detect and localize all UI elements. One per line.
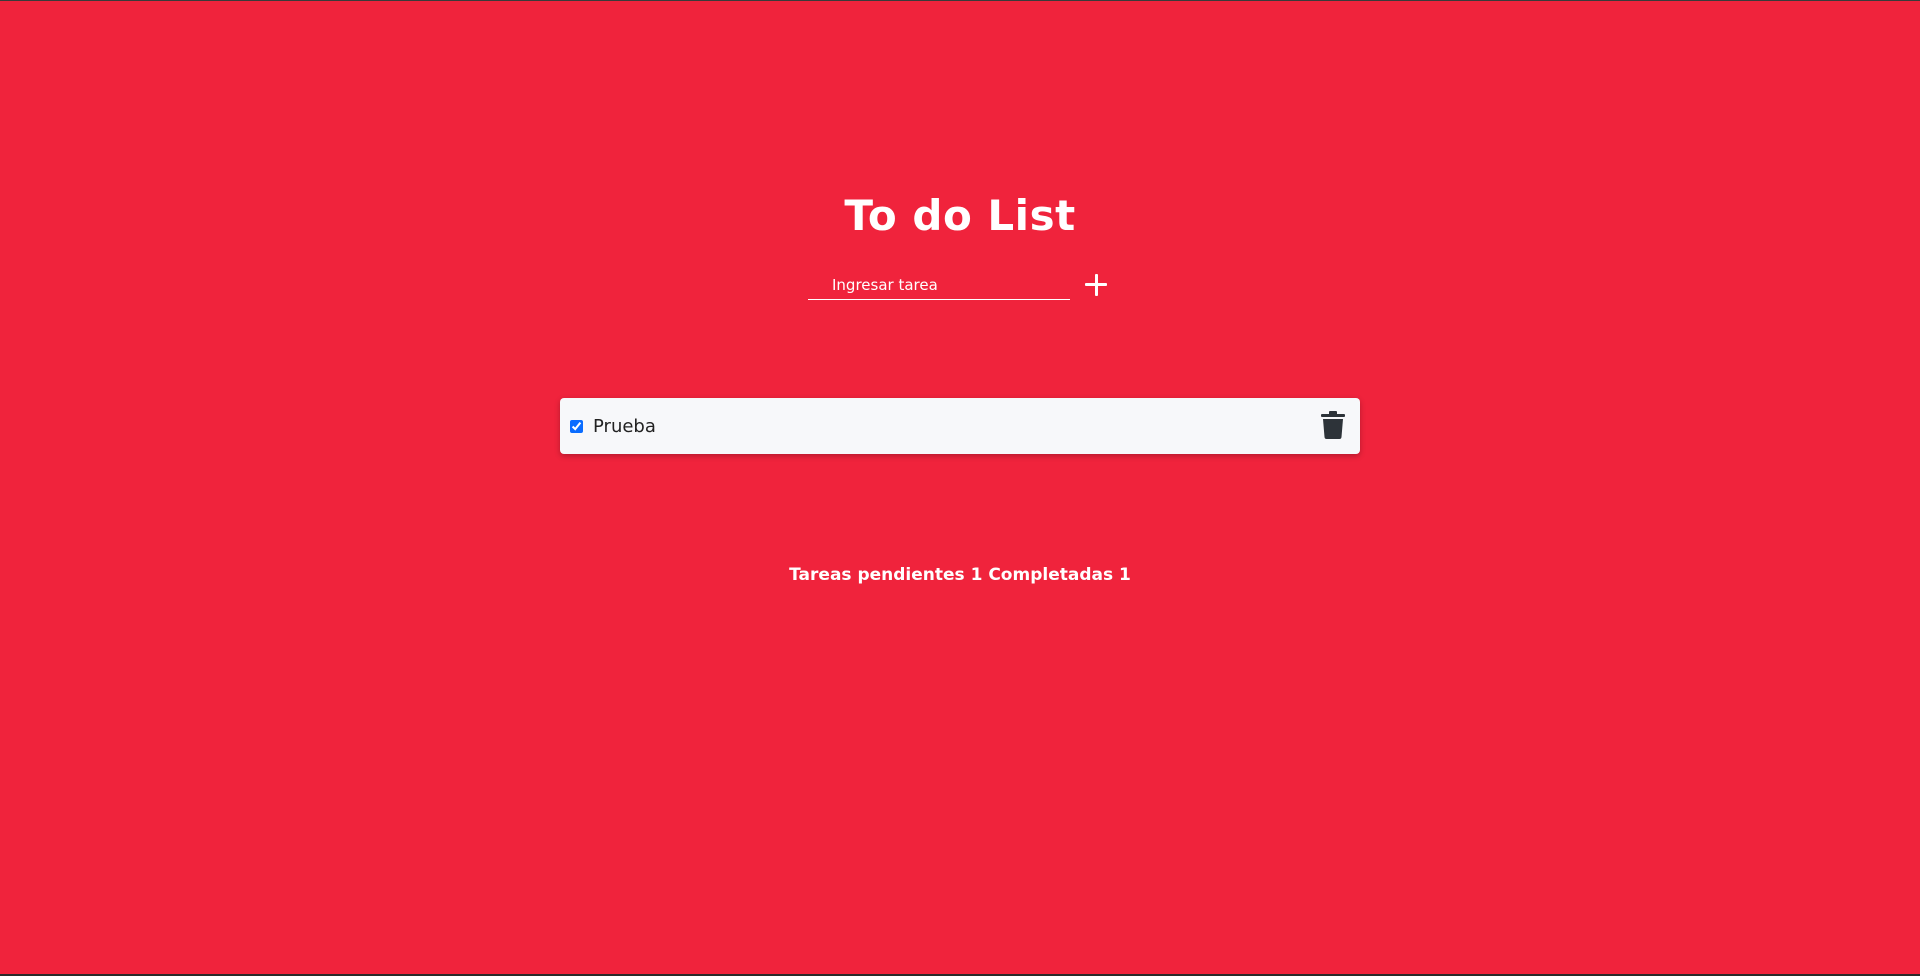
- task-input[interactable]: [808, 270, 1070, 300]
- task-list: Prueba: [560, 398, 1360, 454]
- delete-task-button[interactable]: [1320, 411, 1346, 441]
- add-task-button[interactable]: [1082, 271, 1110, 299]
- task-status-summary: Tareas pendientes 1 Completadas 1: [789, 565, 1131, 585]
- new-task-form: [808, 269, 1110, 301]
- page-title: To do List: [844, 191, 1076, 240]
- trash-icon: [1321, 411, 1345, 439]
- list-item: Prueba: [560, 398, 1360, 454]
- task-label: Prueba: [593, 415, 656, 437]
- task-complete-checkbox[interactable]: [570, 419, 583, 433]
